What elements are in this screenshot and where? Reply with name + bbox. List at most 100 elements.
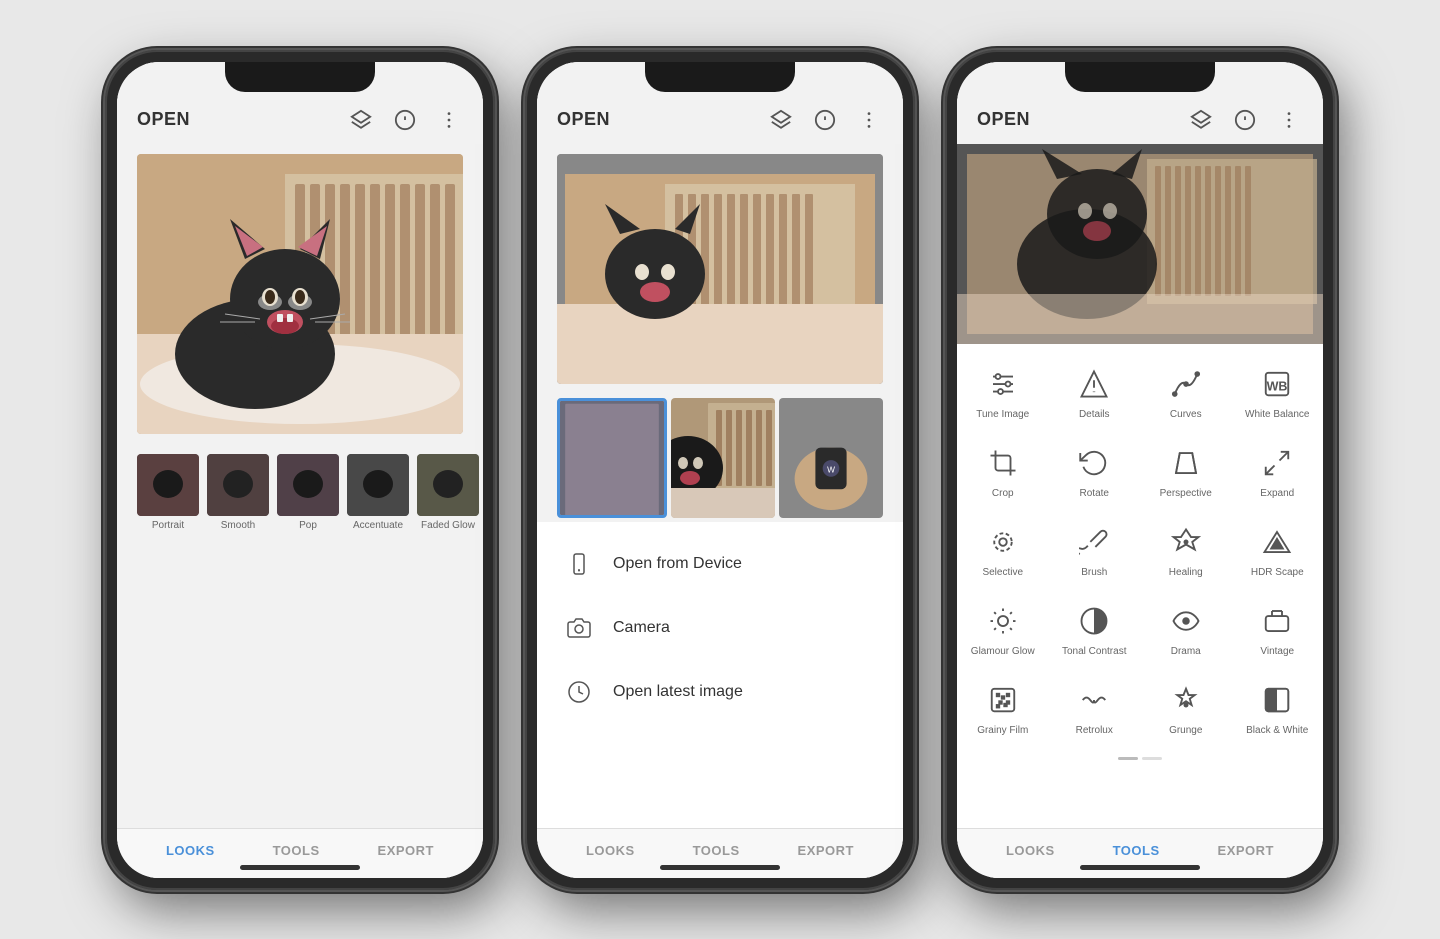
- crop-icon: [985, 445, 1021, 481]
- tool-expand[interactable]: Expand: [1232, 433, 1324, 512]
- tab-tools-3[interactable]: TOOLS: [1113, 843, 1160, 858]
- tool-retrolux[interactable]: Retrolux: [1049, 670, 1141, 749]
- image-preview-2: [557, 154, 883, 384]
- tool-label: Black & White: [1246, 724, 1308, 737]
- tab-looks-3[interactable]: LOOKS: [1006, 843, 1055, 858]
- glamour-icon: [985, 603, 1021, 639]
- rotate-icon: [1076, 445, 1112, 481]
- hdr-icon: [1259, 524, 1295, 560]
- thumbnail-row: W: [557, 398, 883, 518]
- info-icon[interactable]: [1231, 106, 1259, 134]
- tab-export-3[interactable]: EXPORT: [1218, 843, 1274, 858]
- tab-tools-2[interactable]: TOOLS: [693, 843, 740, 858]
- tool-glamour-glow[interactable]: Glamour Glow: [957, 591, 1049, 670]
- look-accentuate[interactable]: Accentuate: [347, 454, 409, 531]
- layers-icon[interactable]: [1187, 106, 1215, 134]
- tool-black-white[interactable]: Black & White: [1232, 670, 1324, 749]
- grunge-icon: [1168, 682, 1204, 718]
- tool-drama[interactable]: Drama: [1140, 591, 1232, 670]
- look-label: Smooth: [221, 520, 255, 531]
- grainy-icon: [985, 682, 1021, 718]
- main-photo-1: [137, 154, 463, 434]
- tool-label: Perspective: [1160, 487, 1212, 500]
- tool-label: Curves: [1170, 408, 1202, 421]
- thumb-1[interactable]: [557, 398, 667, 518]
- tool-label: Details: [1079, 408, 1110, 421]
- tool-label: Selective: [982, 566, 1023, 579]
- white-balance-icon: WB: [1259, 366, 1295, 402]
- layers-icon[interactable]: [767, 106, 795, 134]
- clock-icon: [565, 678, 593, 706]
- tab-tools-1[interactable]: TOOLS: [273, 843, 320, 858]
- layers-icon[interactable]: [347, 106, 375, 134]
- tool-label: Healing: [1169, 566, 1203, 579]
- look-label: Pop: [299, 520, 317, 531]
- look-pop[interactable]: Pop: [277, 454, 339, 531]
- look-label: Faded Glow: [421, 520, 475, 531]
- notch: [645, 62, 795, 92]
- tool-label: Glamour Glow: [971, 645, 1035, 658]
- vintage-icon: [1259, 603, 1295, 639]
- drama-icon: [1168, 603, 1204, 639]
- look-label: Accentuate: [353, 520, 403, 531]
- bottom-tabs-2: LOOKS TOOLS EXPORT: [537, 828, 903, 878]
- thumb-3[interactable]: W: [779, 398, 883, 518]
- menu-label: Camera: [613, 619, 670, 637]
- tool-healing[interactable]: Healing: [1140, 512, 1232, 591]
- look-portrait[interactable]: Portrait: [137, 454, 199, 531]
- tool-selective[interactable]: Selective: [957, 512, 1049, 591]
- tool-hdr-scape[interactable]: HDR Scape: [1232, 512, 1324, 591]
- tool-perspective[interactable]: Perspective: [1140, 433, 1232, 512]
- open-button-2[interactable]: OPEN: [557, 109, 610, 130]
- info-icon[interactable]: [391, 106, 419, 134]
- tool-crop[interactable]: Crop: [957, 433, 1049, 512]
- tool-label: Crop: [992, 487, 1014, 500]
- thumb-2[interactable]: [671, 398, 775, 518]
- tab-looks-2[interactable]: LOOKS: [586, 843, 635, 858]
- more-icon[interactable]: [1275, 106, 1303, 134]
- tools-panel: Tune Image Details: [957, 344, 1323, 828]
- menu-open-device[interactable]: Open from Device: [537, 532, 903, 596]
- tool-label: Tune Image: [976, 408, 1029, 421]
- open-button-3[interactable]: OPEN: [977, 109, 1030, 130]
- home-indicator-2: [660, 865, 780, 870]
- camera-icon: [565, 614, 593, 642]
- tool-label: White Balance: [1245, 408, 1309, 421]
- menu-camera[interactable]: Camera: [537, 596, 903, 660]
- tool-label: Rotate: [1080, 487, 1109, 500]
- selective-icon: [985, 524, 1021, 560]
- expand-icon: [1259, 445, 1295, 481]
- tab-export-1[interactable]: EXPORT: [378, 843, 434, 858]
- tool-label: Grainy Film: [977, 724, 1028, 737]
- tool-label: Brush: [1081, 566, 1107, 579]
- menu-label: Open from Device: [613, 555, 742, 573]
- tool-grunge[interactable]: Grunge: [1140, 670, 1232, 749]
- tool-vintage[interactable]: Vintage: [1232, 591, 1324, 670]
- more-icon[interactable]: [435, 106, 463, 134]
- tab-export-2[interactable]: EXPORT: [798, 843, 854, 858]
- tool-grainy-film[interactable]: Grainy Film: [957, 670, 1049, 749]
- tool-white-balance[interactable]: WB White Balance: [1232, 354, 1324, 433]
- info-icon[interactable]: [811, 106, 839, 134]
- look-label: Portrait: [152, 520, 184, 531]
- details-icon: [1076, 366, 1112, 402]
- menu-latest[interactable]: Open latest image: [537, 660, 903, 724]
- tool-tune-image[interactable]: Tune Image: [957, 354, 1049, 433]
- bottom-tabs-1: LOOKS TOOLS EXPORT: [117, 828, 483, 878]
- tool-curves[interactable]: Curves: [1140, 354, 1232, 433]
- tool-details[interactable]: Details: [1049, 354, 1141, 433]
- tool-label: Vintage: [1260, 645, 1294, 658]
- device-icon: [565, 550, 593, 578]
- tool-tonal-contrast[interactable]: Tonal Contrast: [1049, 591, 1141, 670]
- look-smooth[interactable]: Smooth: [207, 454, 269, 531]
- tool-label: Tonal Contrast: [1062, 645, 1126, 658]
- tools-grid: Tune Image Details: [957, 354, 1323, 749]
- open-button-1[interactable]: OPEN: [137, 109, 190, 130]
- tab-looks-1[interactable]: LOOKS: [166, 843, 215, 858]
- tool-brush[interactable]: Brush: [1049, 512, 1141, 591]
- more-icon[interactable]: [855, 106, 883, 134]
- tool-rotate[interactable]: Rotate: [1049, 433, 1141, 512]
- look-faded-glow[interactable]: Faded Glow: [417, 454, 479, 531]
- retrolux-icon: [1076, 682, 1112, 718]
- bw-icon: [1259, 682, 1295, 718]
